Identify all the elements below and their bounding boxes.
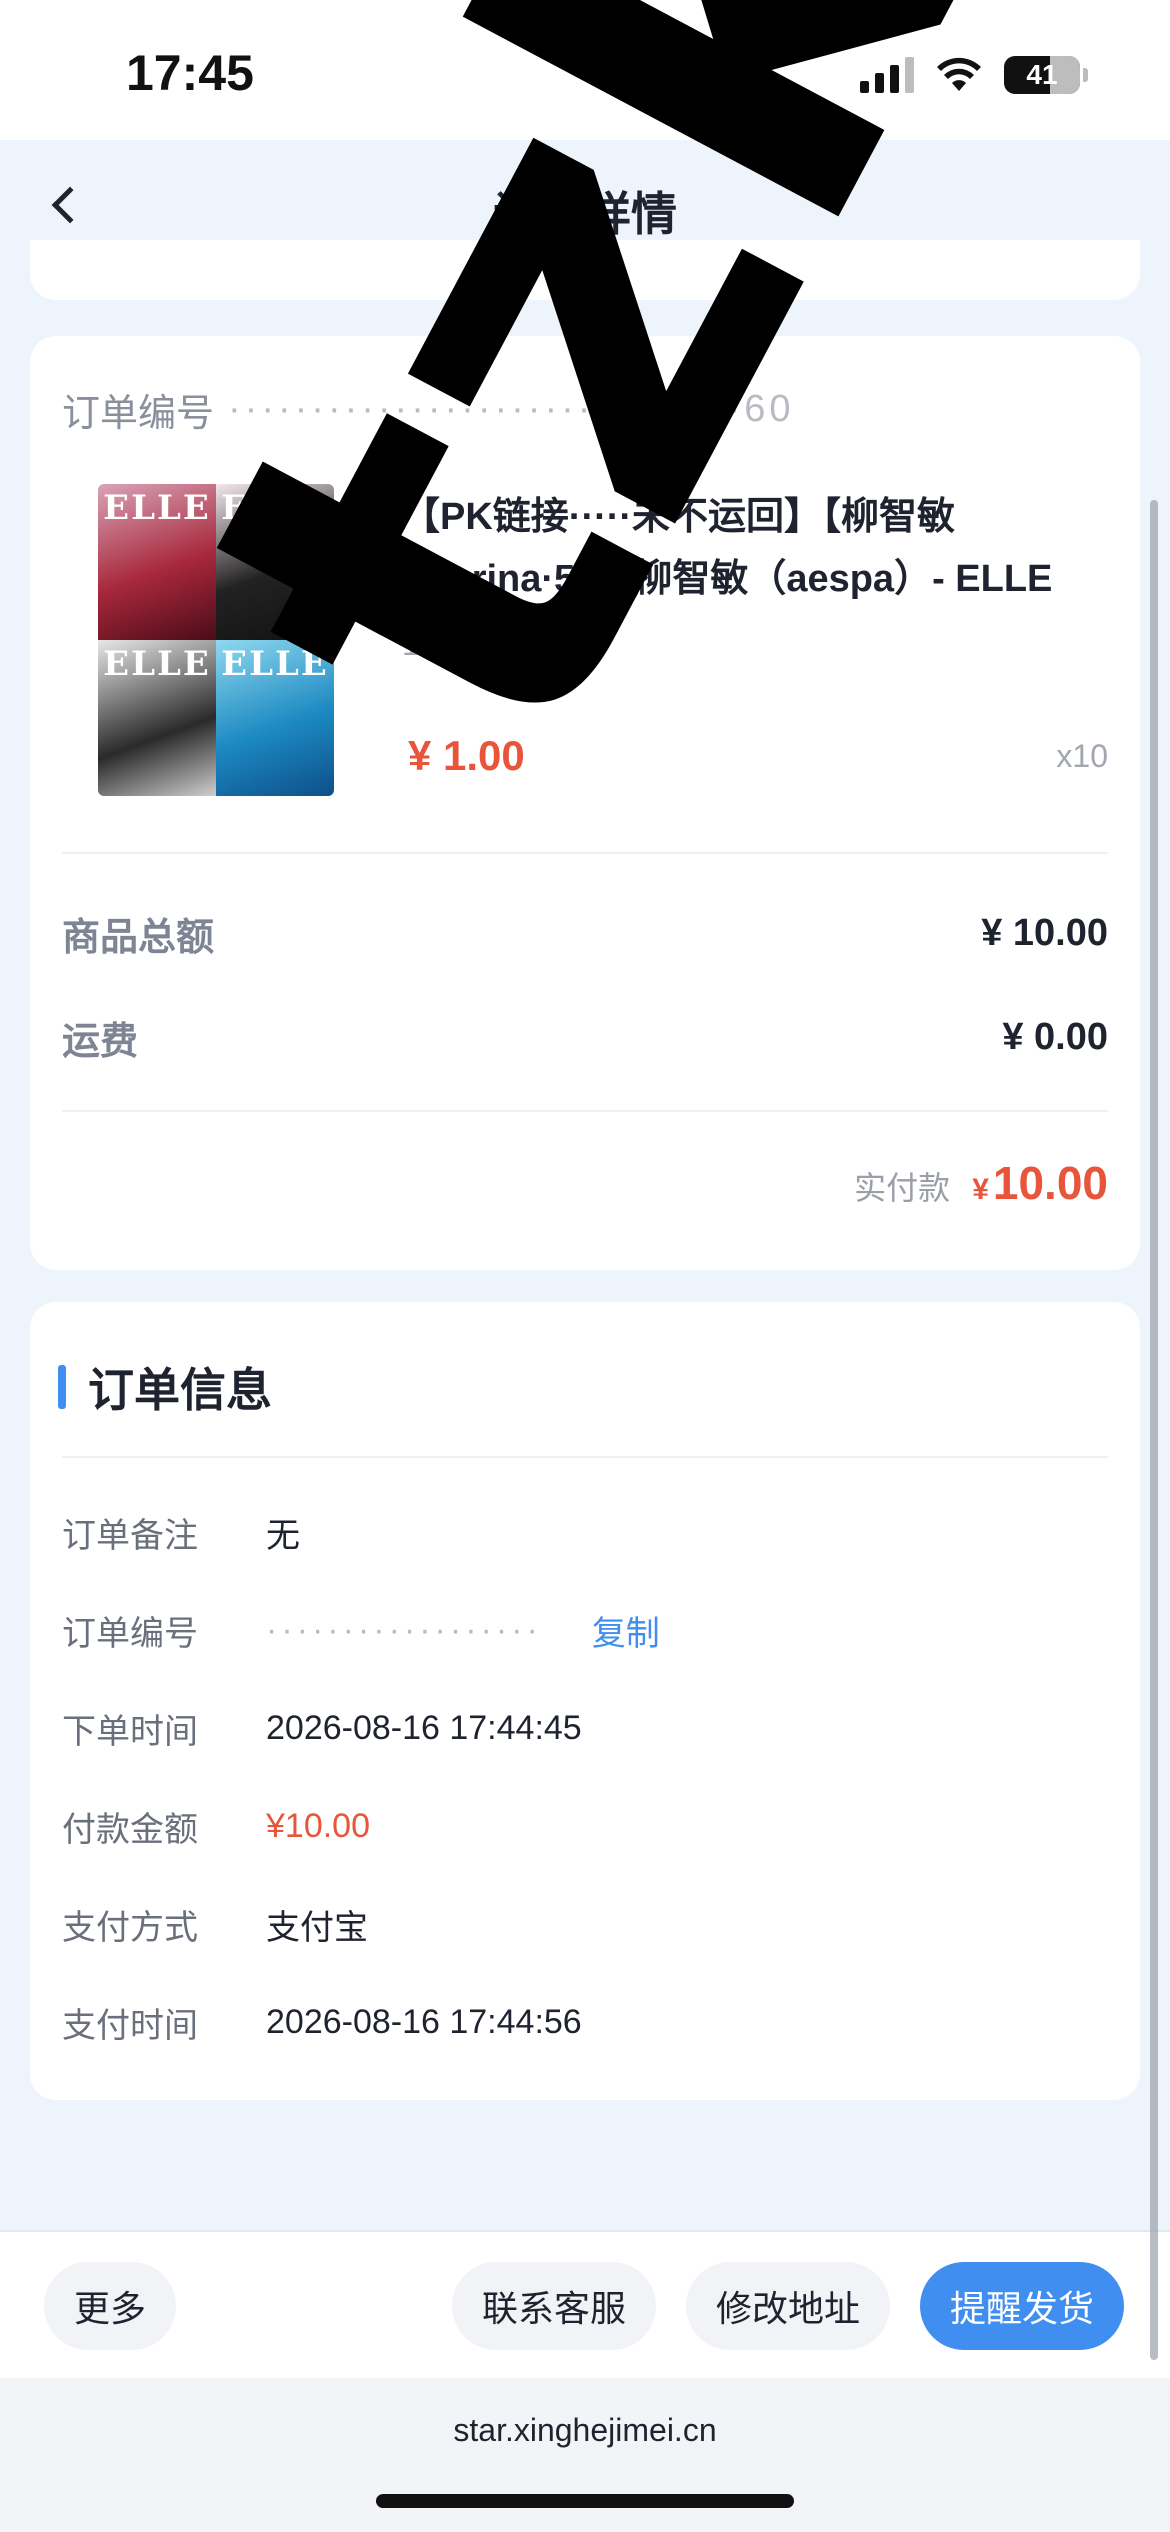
signal-icon xyxy=(860,57,914,93)
goods-total-row: 商品总额 ¥ 10.00 xyxy=(62,906,1108,961)
info-label: 付款金额 xyxy=(62,1811,198,1849)
divider xyxy=(62,1110,1108,1112)
order-number-value: ·······························60 xyxy=(228,388,795,430)
battery-icon: 41 xyxy=(1004,56,1088,94)
product-price: ¥ 1.00 xyxy=(408,732,525,779)
info-row-order-time: 下单时间 2026-08-16 17:44:45 xyxy=(62,1704,582,1753)
contact-service-button[interactable]: 联系客服 xyxy=(452,2262,656,2350)
paid-value: 10.00 xyxy=(992,1157,1108,1209)
product-image[interactable]: ELLE ELLE ELLE ELLE xyxy=(98,484,334,796)
status-bar: 17:45 41 xyxy=(0,0,1170,140)
order-info-title: 订单信息 xyxy=(88,1364,272,1416)
info-row-pay-time: 支付时间 2026-08-16 17:44:56 xyxy=(62,1998,582,2047)
magazine-cover: ELLE xyxy=(98,640,216,796)
home-indicator[interactable] xyxy=(376,2494,794,2508)
product-title[interactable]: 【PK链接·····未不运回】【柳智敏_Karina·58】柳智敏（aespa）… xyxy=(402,486,1122,610)
order-number-label: 订单编号 xyxy=(62,393,215,435)
product-quantity: x10 xyxy=(1056,738,1108,774)
divider xyxy=(62,1456,1108,1458)
magazine-cover: ELLE xyxy=(216,640,334,796)
info-value: ·················· xyxy=(266,1611,542,1649)
magazine-cover: ELLE xyxy=(216,484,334,640)
order-info-header: 订单信息 xyxy=(58,1354,272,1420)
info-value: 2026-08-16 17:44:56 xyxy=(266,2003,582,2041)
info-row-pay-method: 支付方式 支付宝 xyxy=(62,1900,368,1949)
order-card: 订单编号 ·······························60 E… xyxy=(30,336,1140,1270)
info-value: ¥10.00 xyxy=(266,1807,370,1845)
paid-row: 实付款 ¥ 10.00 xyxy=(854,1156,1108,1210)
status-icons: 41 xyxy=(860,56,1088,94)
info-label: 下单时间 xyxy=(62,1713,198,1751)
goods-total-label: 商品总额 xyxy=(62,917,215,959)
order-info-card: 订单信息 订单备注 无 订单编号 ·················· 复制 下… xyxy=(30,1302,1140,2100)
order-number-line: 订单编号 ·······························60 xyxy=(62,382,795,437)
info-value: 支付宝 xyxy=(266,1909,368,1947)
paid-currency: ¥ xyxy=(972,1173,989,1206)
copy-button[interactable]: 复制 xyxy=(592,1606,660,1655)
shipping-row: 运费 ¥ 0.00 xyxy=(62,1010,1108,1065)
more-button[interactable]: 更多 xyxy=(44,2262,176,2350)
info-label: 支付方式 xyxy=(62,1909,198,1947)
paid-label: 实付款 xyxy=(854,1170,951,1206)
edit-address-button[interactable]: 修改地址 xyxy=(686,2262,890,2350)
info-row-remark: 订单备注 无 xyxy=(62,1508,300,1557)
info-label: 订单备注 xyxy=(62,1517,198,1555)
address-card-bottom xyxy=(30,240,1140,300)
wifi-icon xyxy=(937,57,981,91)
scrollbar[interactable] xyxy=(1150,500,1158,2360)
status-time: 17:45 xyxy=(126,45,254,101)
remind-shipping-button[interactable]: 提醒发货 xyxy=(920,2262,1124,2350)
shipping-label: 运费 xyxy=(62,1021,139,1063)
browser-url-bar: star.xinghejimei.cn xyxy=(0,2378,1170,2532)
url-text[interactable]: star.xinghejimei.cn xyxy=(0,2412,1170,2449)
info-row-order-number: 订单编号 ·················· 复制 xyxy=(62,1606,660,1655)
info-label: 支付时间 xyxy=(62,2007,198,2045)
section-accent-bar xyxy=(58,1365,66,1409)
product-spec: 1 UP xyxy=(402,626,474,662)
action-bar: 更多 联系客服 修改地址 提醒发货 xyxy=(0,2230,1170,2378)
shipping-value: ¥ 0.00 xyxy=(1002,1016,1108,1058)
info-row-pay-amount: 付款金额 ¥10.00 xyxy=(62,1802,370,1851)
info-value: 无 xyxy=(266,1517,300,1555)
divider xyxy=(62,852,1108,854)
info-value: 2026-08-16 17:44:45 xyxy=(266,1709,582,1747)
info-label: 订单编号 xyxy=(62,1615,198,1653)
battery-level: 41 xyxy=(1026,59,1058,90)
magazine-cover: ELLE xyxy=(98,484,216,640)
page-title: 订单详情 xyxy=(493,188,677,240)
goods-total-value: ¥ 10.00 xyxy=(981,912,1108,954)
